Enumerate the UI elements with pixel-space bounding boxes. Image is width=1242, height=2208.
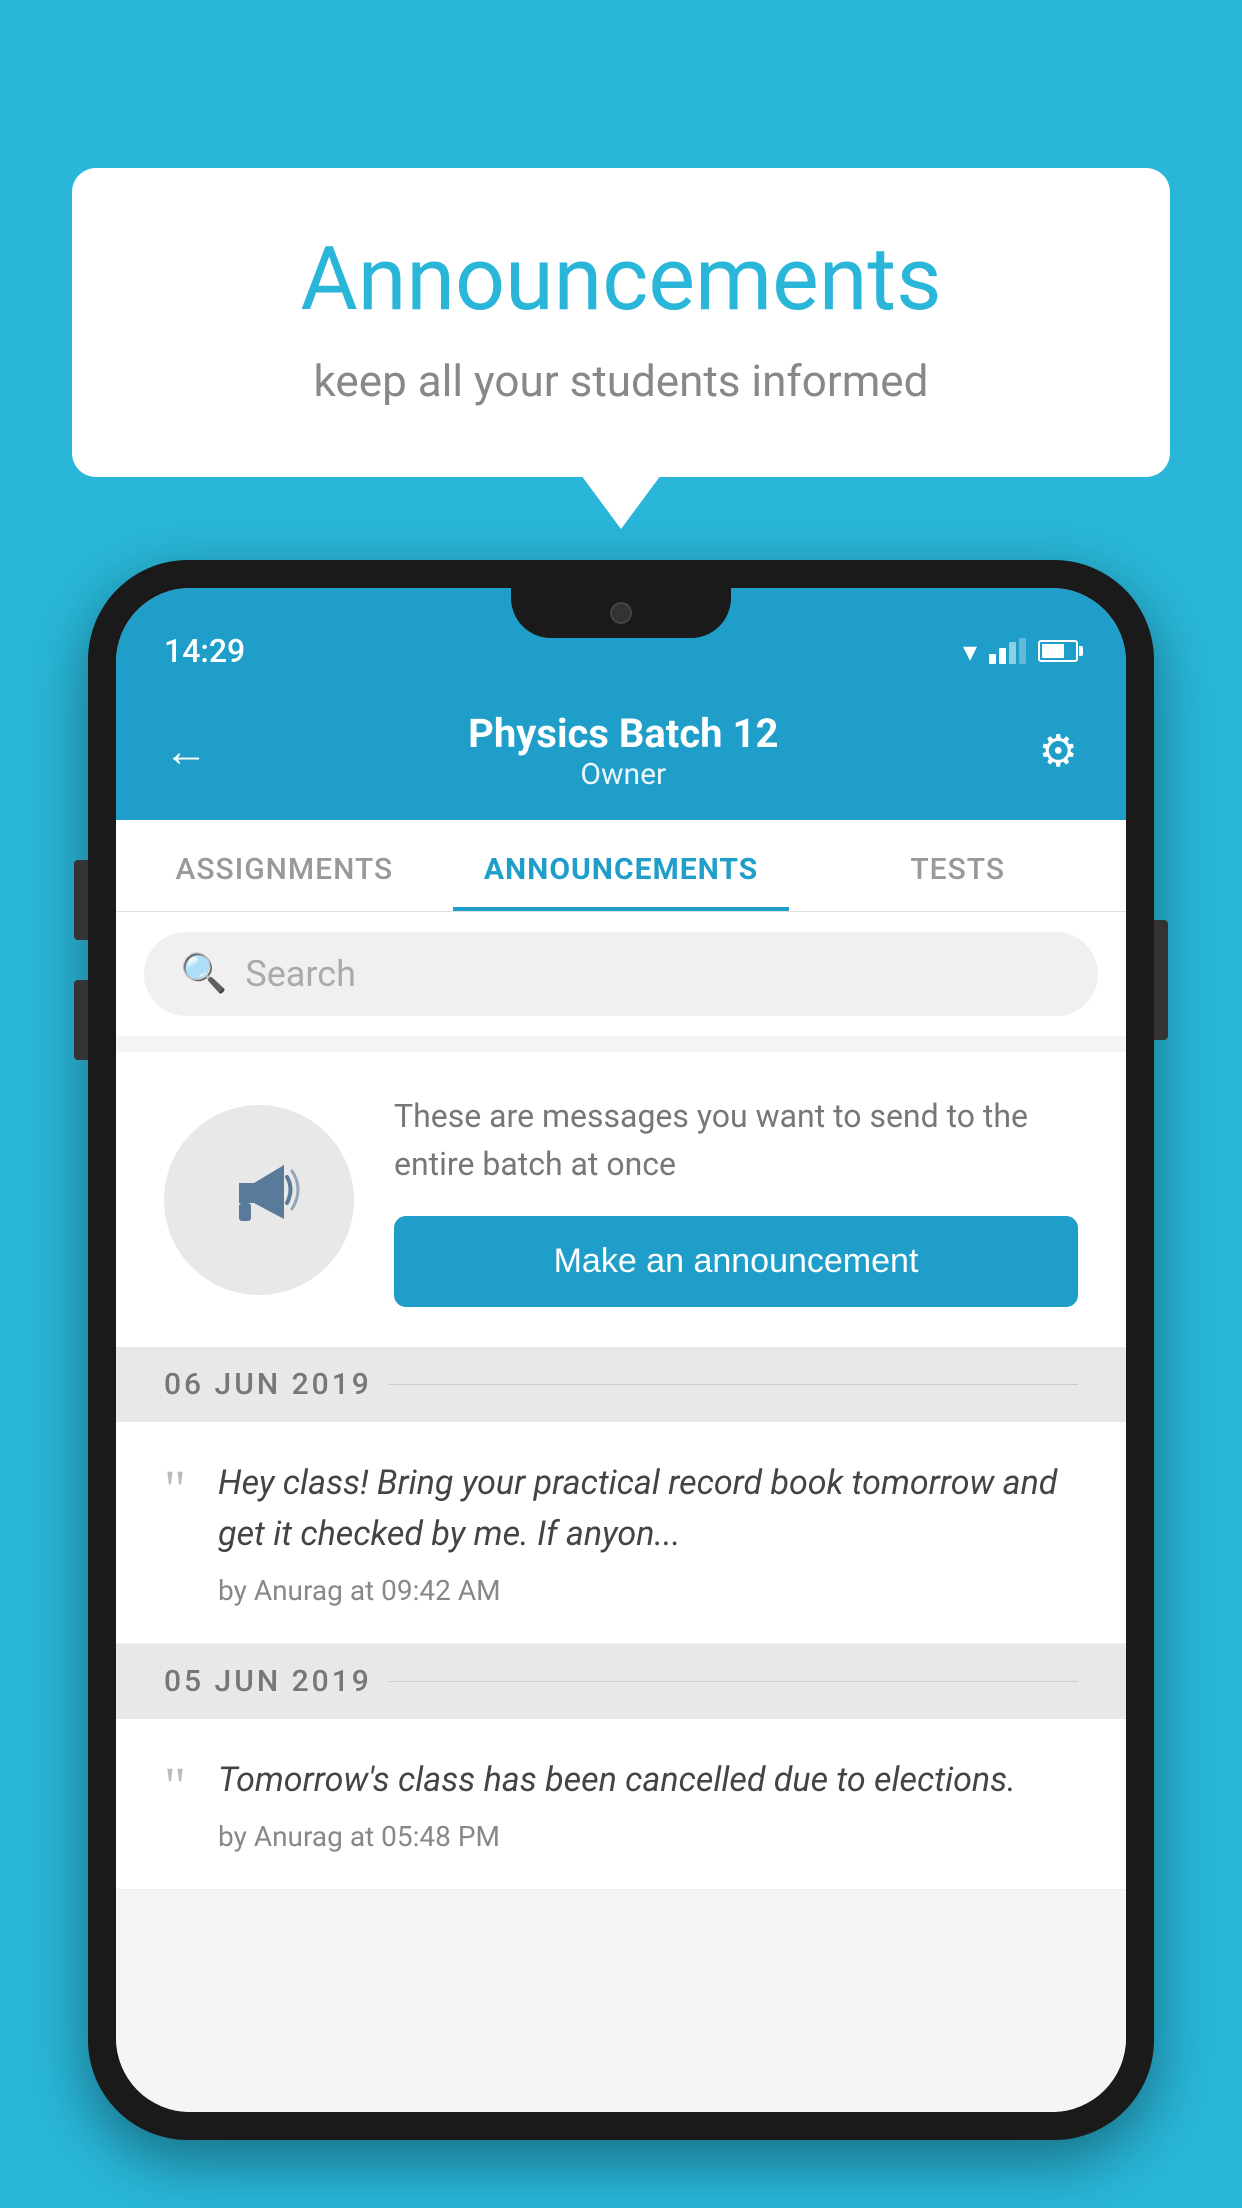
make-announcement-button[interactable]: Make an announcement	[394, 1216, 1078, 1307]
phone-container: 14:29 ▾ ← Phys	[88, 560, 1154, 2208]
date-separator-1: 06 JUN 2019	[116, 1347, 1126, 1422]
announcement-text-2: Tomorrow's class has been cancelled due …	[218, 1755, 1078, 1806]
announcement-text-1: Hey class! Bring your practical record b…	[218, 1458, 1078, 1560]
tab-assignments[interactable]: ASSIGNMENTS	[116, 820, 453, 911]
volume-down-button[interactable]	[74, 980, 88, 1060]
status-icons: ▾	[963, 635, 1078, 668]
date-label-1: 06 JUN 2019	[164, 1367, 372, 1402]
settings-icon[interactable]: ⚙	[1039, 725, 1078, 777]
phone-notch	[511, 588, 731, 638]
date-line-2	[388, 1681, 1078, 1682]
date-line-1	[388, 1384, 1078, 1385]
announcement-content-1: Hey class! Bring your practical record b…	[218, 1458, 1078, 1607]
promo-card: These are messages you want to send to t…	[116, 1052, 1126, 1347]
search-container: 🔍 Search	[116, 912, 1126, 1036]
announcement-meta-1: by Anurag at 09:42 AM	[218, 1574, 1078, 1607]
phone-outer: 14:29 ▾ ← Phys	[88, 560, 1154, 2140]
announcement-item-2[interactable]: " Tomorrow's class has been cancelled du…	[116, 1719, 1126, 1890]
search-placeholder: Search	[245, 953, 356, 995]
battery-icon	[1038, 640, 1078, 662]
speech-bubble: Announcements keep all your students inf…	[72, 168, 1170, 477]
phone-screen: 14:29 ▾ ← Phys	[116, 588, 1126, 2112]
tabs-bar: ASSIGNMENTS ANNOUNCEMENTS TESTS	[116, 820, 1126, 912]
status-time: 14:29	[164, 632, 245, 670]
quote-icon-1: "	[164, 1462, 186, 1516]
date-label-2: 05 JUN 2019	[164, 1664, 372, 1699]
tab-announcements[interactable]: ANNOUNCEMENTS	[453, 820, 790, 911]
header-title-group: Physics Batch 12 Owner	[468, 710, 778, 792]
date-separator-2: 05 JUN 2019	[116, 1644, 1126, 1719]
megaphone-icon	[214, 1145, 304, 1255]
announcement-meta-2: by Anurag at 05:48 PM	[218, 1820, 1078, 1853]
power-button[interactable]	[1154, 920, 1168, 1040]
back-button[interactable]: ←	[164, 725, 208, 777]
wifi-icon: ▾	[963, 635, 977, 668]
header-subtitle: Owner	[468, 757, 778, 792]
volume-up-button[interactable]	[74, 860, 88, 940]
speech-bubble-subtitle: keep all your students informed	[152, 355, 1090, 407]
signal-bars-icon	[989, 638, 1026, 664]
search-bar[interactable]: 🔍 Search	[144, 932, 1098, 1016]
announcement-item-1[interactable]: " Hey class! Bring your practical record…	[116, 1422, 1126, 1644]
app-header: ← Physics Batch 12 Owner ⚙	[116, 686, 1126, 820]
tab-tests[interactable]: TESTS	[789, 820, 1126, 911]
promo-description: These are messages you want to send to t…	[394, 1092, 1078, 1188]
speech-bubble-container: Announcements keep all your students inf…	[72, 168, 1170, 477]
quote-icon-2: "	[164, 1759, 186, 1813]
content-area: 🔍 Search	[116, 912, 1126, 2112]
speech-bubble-title: Announcements	[152, 228, 1090, 331]
header-title: Physics Batch 12	[468, 710, 778, 757]
camera-dot	[610, 602, 632, 624]
announcement-content-2: Tomorrow's class has been cancelled due …	[218, 1755, 1078, 1853]
search-icon: 🔍	[180, 952, 227, 996]
promo-icon-circle	[164, 1105, 354, 1295]
promo-content: These are messages you want to send to t…	[394, 1092, 1078, 1307]
